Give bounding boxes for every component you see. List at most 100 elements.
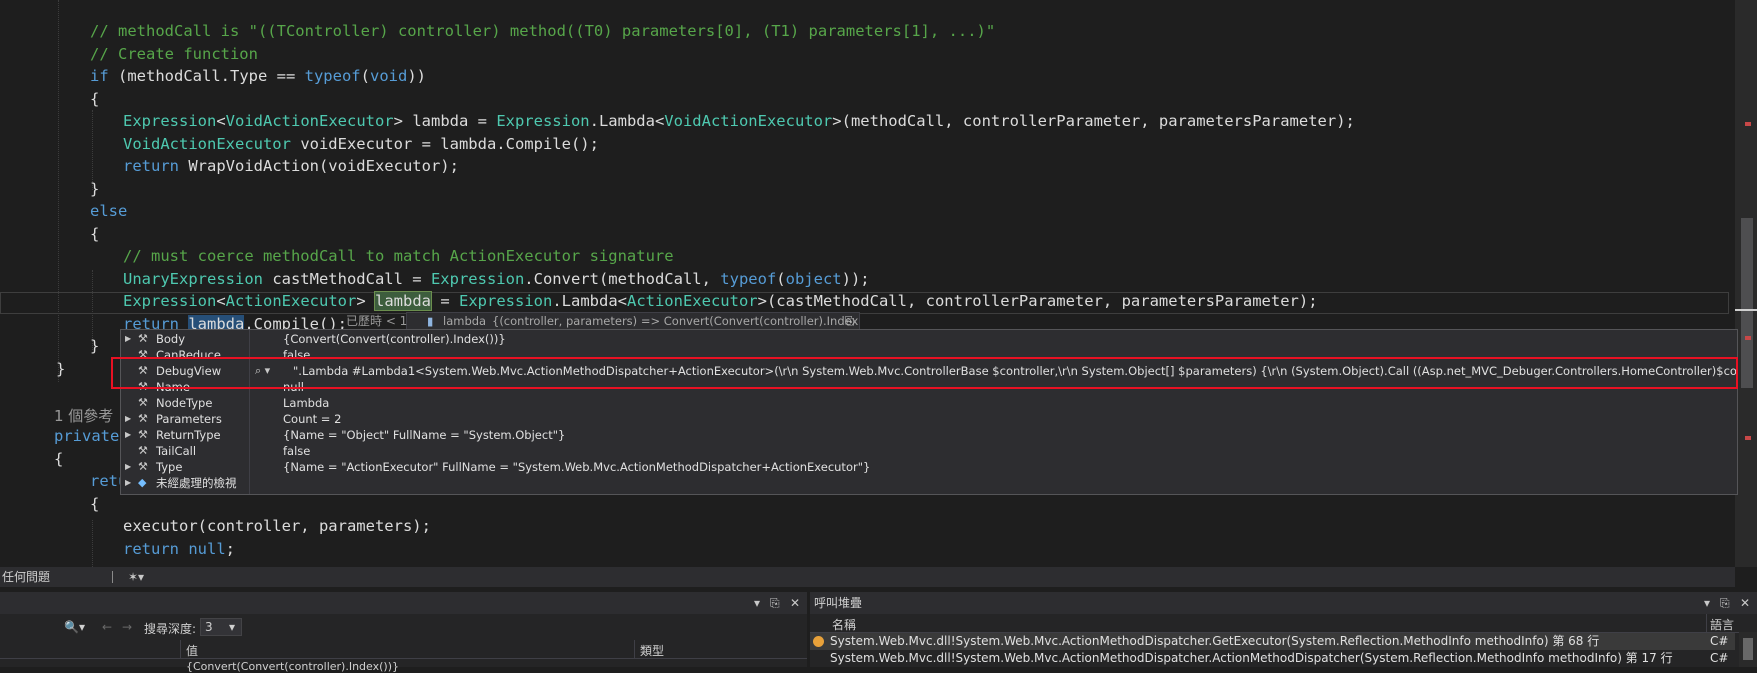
code-line[interactable]: Expression<ActionExecutor> lambda = Expr… (123, 290, 1318, 312)
datatip-property-value: {Name = "Object" FullName = "System.Obje… (283, 428, 566, 442)
datatip-header-name: lambda (443, 314, 487, 328)
code-token: { (54, 449, 64, 468)
datatip-property-value: null (283, 380, 304, 394)
code-token: } (90, 337, 100, 355)
code-line[interactable]: private (54, 425, 119, 447)
code-line[interactable]: } (56, 358, 65, 380)
scrollbar-thumb[interactable] (1741, 218, 1753, 388)
issues-label[interactable]: 任何問題 (2, 567, 50, 587)
datatip-row[interactable]: ⚒ CanReduce false (121, 347, 1737, 363)
column-header-name[interactable]: 名稱 (832, 616, 856, 633)
datatip-row[interactable]: ⚒ NodeType Lambda (121, 395, 1737, 411)
wrench-icon: ⚒ (138, 460, 148, 473)
callstack-row[interactable]: System.Web.Mvc.dll!System.Web.Mvc.Action… (810, 633, 1735, 650)
code-line[interactable]: // methodCall is "((TController) control… (90, 20, 995, 42)
code-line[interactable]: else (90, 200, 127, 222)
datatip-row[interactable]: ⚒ TailCall false (121, 443, 1737, 459)
expand-arrow-icon[interactable]: ▶ (125, 475, 135, 491)
datatip-row[interactable]: ▶ ◆ 未經處理的檢視 (121, 475, 1737, 491)
code-line[interactable]: } (90, 178, 99, 200)
pin-icon[interactable]: ⎘ (770, 592, 780, 614)
pin-icon[interactable]: ⎘ (1720, 592, 1730, 614)
code-line[interactable]: Expression<VoidActionExecutor> lambda = … (123, 110, 1355, 132)
datatip-header[interactable]: ▮ lambda {(controller, parameters) => Co… (406, 312, 860, 330)
datatip-property-name: Name (156, 380, 190, 394)
column-header-value[interactable]: 值 (186, 642, 198, 659)
code-token: null (188, 539, 226, 558)
datatip-property-value: false (283, 348, 311, 362)
wrench-icon: ⚒ (138, 380, 148, 393)
callstack-grid-header: 名稱 語言 (810, 614, 1757, 633)
code-token: Expression (123, 112, 217, 130)
datatip-panel[interactable]: ▶ ⚒ Body {Convert(Convert(controller).Index… (120, 329, 1738, 495)
datatip-property-value: false (283, 444, 311, 458)
code-token: .Lambda< (589, 112, 665, 130)
wrench-icon: ⚒ (138, 428, 148, 441)
expand-arrow-icon[interactable]: ▶ (125, 331, 135, 347)
datatip-row[interactable]: ▶ ⚒ Body {Convert(Convert(controller).Index… (121, 331, 1737, 347)
dropdown-icon[interactable]: ▾ (1704, 592, 1710, 614)
locals-grid-header: 值 類型 (0, 640, 807, 659)
pin-icon[interactable]: ⎘ (845, 313, 854, 329)
column-header-language[interactable]: 語言 (1710, 616, 1734, 633)
wrench-icon: ⚒ (138, 348, 148, 361)
editor-status-strip: 任何問題 ✶▾ (0, 567, 1735, 587)
code-token: Expression (459, 292, 553, 310)
close-icon[interactable]: ✕ (790, 592, 800, 614)
callstack-vertical-scrollbar[interactable] (1739, 632, 1757, 667)
editor-vertical-scrollbar[interactable] (1735, 0, 1757, 567)
code-line[interactable]: { (90, 493, 99, 515)
datatip-row[interactable]: ▶ ⚒ ReturnType {Name = "Object" FullName = … (121, 427, 1737, 443)
code-token: = (431, 292, 459, 310)
reference-count-hint[interactable]: 1 個參考 (54, 405, 113, 427)
datatip-property-value: Lambda (283, 396, 330, 410)
wrench-icon: ⚒ (138, 444, 148, 457)
dropdown-icon[interactable]: ▾ (754, 592, 760, 614)
code-line[interactable]: // must coerce methodCall to match Actio… (123, 245, 674, 267)
wrench-icon: ⚒ (138, 396, 148, 409)
forward-arrow-icon[interactable]: → (122, 620, 132, 634)
expand-arrow-icon[interactable]: ▶ (125, 459, 135, 475)
datatip-row[interactable]: ▶ ⚒ Parameters Count = 2 (121, 411, 1737, 427)
column-header-type[interactable]: 類型 (640, 642, 664, 659)
datatip-row[interactable]: ▶ ⚒ Type {Name = "ActionExecutor" FullName … (121, 459, 1737, 475)
close-icon[interactable]: ✕ (1740, 592, 1750, 614)
breakpoint-marker (1745, 336, 1751, 340)
code-line[interactable]: executor(controller, parameters); (123, 515, 431, 537)
code-token: ActionExecutor (626, 292, 758, 310)
code-token: typeof (304, 67, 361, 85)
code-line[interactable]: { (90, 223, 99, 245)
code-line[interactable]: if (methodCall.Type == typeof(void)) (90, 65, 426, 87)
callstack-row[interactable]: System.Web.Mvc.dll!System.Web.Mvc.Action… (810, 650, 1735, 667)
breakpoint-marker (1745, 436, 1751, 440)
code-line[interactable]: // Create function (90, 43, 258, 65)
expand-arrow-icon[interactable]: ▶ (125, 427, 135, 443)
search-depth-select[interactable]: 3 ▾ (200, 618, 242, 636)
scrollbar-thumb[interactable] (1743, 638, 1753, 660)
search-icon[interactable]: 🔍▾ (64, 620, 85, 634)
code-line[interactable]: return null; (123, 538, 235, 560)
code-token: > (356, 292, 375, 310)
code-line[interactable]: VoidActionExecutor voidExecutor = lambda… (123, 133, 599, 155)
back-arrow-icon[interactable]: ← (102, 620, 112, 634)
datatip-row[interactable]: ⚒ Name null (121, 379, 1737, 395)
code-line[interactable]: { (54, 448, 63, 470)
magnifier-icon[interactable]: ⌕ ▾ (255, 363, 270, 379)
code-token: . (524, 269, 534, 288)
code-line[interactable]: return WrapVoidAction(voidExecutor); (123, 155, 459, 177)
code-token: )) (407, 67, 426, 85)
code-token: VoidActionExecutor (225, 112, 394, 130)
code-token: voidExecutor = lambda.Compile(); (290, 134, 599, 153)
code-token: ( (360, 67, 370, 85)
code-token: < (216, 292, 226, 310)
elapsed-time-label: 已歷時 < 1 (346, 314, 408, 328)
code-line[interactable]: UnaryExpression castMethodCall = Express… (123, 268, 870, 290)
code-token: Expression (496, 112, 590, 130)
brush-icon[interactable]: ✶▾ (128, 567, 144, 587)
code-line[interactable]: } (90, 335, 99, 357)
code-line[interactable]: { (90, 88, 99, 110)
datatip-row[interactable]: ⚒ DebugView ⌕ ▾ ".Lambda #Lambda1<System.We… (121, 363, 1737, 379)
expand-arrow-icon[interactable]: ▶ (125, 411, 135, 427)
column-divider (180, 640, 181, 658)
